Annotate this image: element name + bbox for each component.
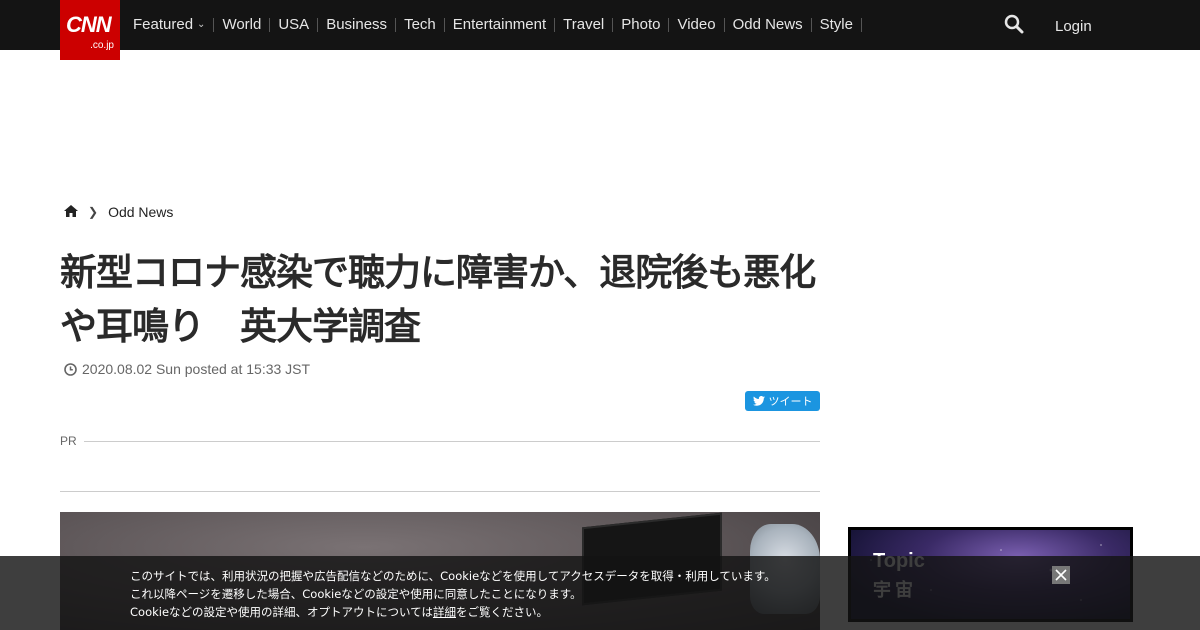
section-divider	[60, 491, 820, 492]
search-icon[interactable]	[1004, 14, 1026, 36]
nav-item-photo[interactable]: Photo	[613, 17, 670, 32]
cookie-consent-text: このサイトでは、利用状況の把握や広告配信などのために、Cookieなどを使用して…	[130, 567, 776, 621]
nav-item-featured[interactable]: Featured ⌄	[125, 16, 215, 33]
nav-item-usa[interactable]: USA	[270, 17, 319, 32]
main-nav: Featured ⌄ World USA Business Tech Entert…	[125, 0, 862, 50]
nav-item-world[interactable]: World	[214, 17, 271, 32]
nav-item-label: Featured	[133, 16, 194, 33]
clock-icon	[64, 362, 77, 376]
article-title: 新型コロナ感染で聴力に障害か、退院後も悪化や耳鳴り 英大学調査	[60, 251, 816, 348]
article-date: 2020.08.02 Sun posted at 15:33 JST	[64, 361, 310, 377]
chevron-right-icon: ❯	[88, 205, 99, 219]
nav-item-style[interactable]: Style	[812, 17, 862, 32]
nav-item-odd-news[interactable]: Odd News	[725, 17, 812, 32]
cookie-line-1: このサイトでは、利用状況の把握や広告配信などのために、Cookieなどを使用して…	[130, 569, 776, 583]
nav-item-travel[interactable]: Travel	[555, 17, 614, 32]
article-date-text: 2020.08.02 Sun posted at 15:33 JST	[82, 361, 311, 377]
cookie-consent-banner: このサイトでは、利用状況の把握や広告配信などのために、Cookieなどを使用して…	[0, 556, 1200, 630]
pr-label: PR	[60, 434, 77, 448]
twitter-icon	[752, 396, 765, 406]
nav-item-video[interactable]: Video	[669, 17, 725, 32]
nav-item-tech[interactable]: Tech	[396, 17, 445, 32]
close-icon[interactable]	[1052, 566, 1070, 584]
logo-main-text: CNN	[66, 12, 112, 37]
tweet-button[interactable]: ツイート	[745, 391, 820, 411]
home-icon[interactable]	[64, 204, 78, 220]
login-link[interactable]: Login	[1055, 18, 1092, 35]
breadcrumb: ❯ Odd News	[64, 204, 173, 220]
tweet-label: ツイート	[768, 395, 813, 408]
nav-item-business[interactable]: Business	[318, 17, 397, 32]
cookie-line-3: Cookieなどの設定や使用の詳細、オプトアウトについては詳細をご覧ください。	[130, 603, 776, 621]
nav-item-entertainment[interactable]: Entertainment	[445, 17, 556, 32]
cookie-line-2: これ以降ページを遷移した場合、Cookieなどの設定や使用に同意したことになりま…	[130, 587, 582, 601]
cookie-line-3-post: をご覧ください。	[455, 605, 548, 619]
chevron-down-icon: ⌄	[197, 19, 206, 30]
cnn-logo[interactable]: CNN .co.jp	[60, 0, 120, 60]
breadcrumb-section-link[interactable]: Odd News	[108, 204, 173, 220]
cookie-line-3-pre: Cookieなどの設定や使用の詳細、オプトアウトについては	[130, 605, 433, 619]
top-navigation-bar: Featured ⌄ World USA Business Tech Entert…	[0, 0, 1200, 50]
logo-sub-text: .co.jp	[90, 40, 114, 51]
cookie-details-link[interactable]: 詳細	[433, 605, 456, 619]
pr-divider	[84, 441, 820, 442]
